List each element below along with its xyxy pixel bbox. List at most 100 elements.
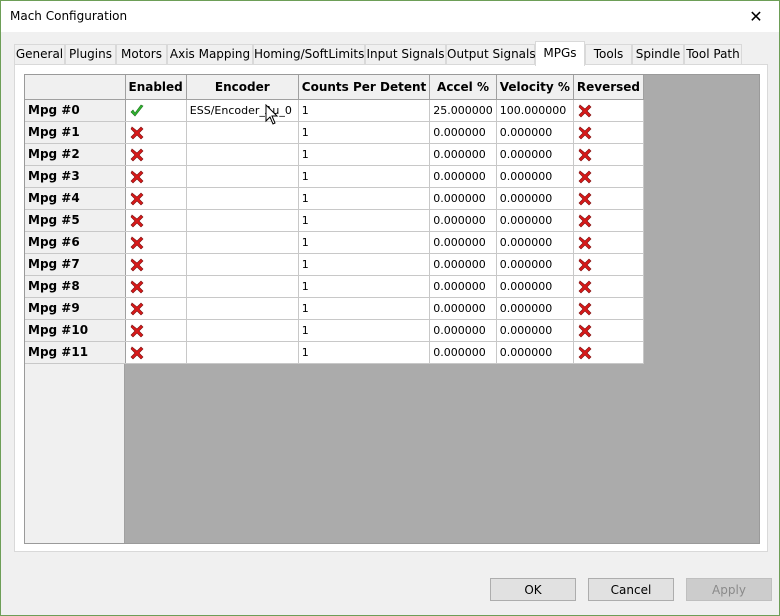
cancel-button[interactable]: Cancel: [588, 578, 674, 601]
accel-cell[interactable]: 0.000000: [429, 143, 497, 166]
accel-cell[interactable]: 0.000000: [429, 275, 497, 298]
accel-cell[interactable]: 0.000000: [429, 231, 497, 254]
encoder-cell[interactable]: [186, 319, 299, 342]
velocity-cell[interactable]: 100.000000: [496, 99, 574, 122]
encoder-cell[interactable]: [186, 297, 299, 320]
encoder-cell[interactable]: ESS/Encoder_Au_0: [186, 99, 299, 122]
encoder-cell[interactable]: [186, 121, 299, 144]
encoder-cell[interactable]: [186, 231, 299, 254]
ok-button[interactable]: OK: [490, 578, 576, 601]
reversed-cell[interactable]: [573, 319, 645, 342]
encoder-cell[interactable]: [186, 275, 299, 298]
accel-cell[interactable]: 0.000000: [429, 121, 497, 144]
velocity-cell[interactable]: 0.000000: [496, 231, 574, 254]
column-header-enabled[interactable]: Enabled: [125, 75, 187, 100]
tab-general[interactable]: General: [14, 44, 65, 65]
enabled-cell[interactable]: [125, 341, 187, 364]
enabled-cell[interactable]: [125, 143, 187, 166]
velocity-cell[interactable]: 0.000000: [496, 275, 574, 298]
apply-button[interactable]: Apply: [686, 578, 772, 601]
column-header-counts-per-detent[interactable]: Counts Per Detent: [298, 75, 431, 100]
enabled-cell[interactable]: [125, 121, 187, 144]
reversed-cell[interactable]: [573, 231, 645, 254]
velocity-cell[interactable]: 0.000000: [496, 143, 574, 166]
enabled-cell[interactable]: [125, 209, 187, 232]
enabled-cell[interactable]: [125, 187, 187, 210]
counts-cell[interactable]: 1: [298, 231, 431, 254]
tab-spindle[interactable]: Spindle: [632, 44, 684, 65]
velocity-cell[interactable]: 0.000000: [496, 253, 574, 276]
velocity-cell[interactable]: 0.000000: [496, 319, 574, 342]
row-header[interactable]: Mpg #6: [25, 231, 126, 254]
counts-cell[interactable]: 1: [298, 341, 431, 364]
counts-cell[interactable]: 1: [298, 297, 431, 320]
counts-cell[interactable]: 1: [298, 253, 431, 276]
column-header-encoder[interactable]: Encoder: [186, 75, 299, 100]
row-header[interactable]: Mpg #2: [25, 143, 126, 166]
column-header-accel[interactable]: Accel %: [429, 75, 497, 100]
enabled-cell[interactable]: [125, 165, 187, 188]
velocity-cell[interactable]: 0.000000: [496, 341, 574, 364]
reversed-cell[interactable]: [573, 275, 645, 298]
tab-tools[interactable]: Tools: [585, 44, 632, 65]
row-header[interactable]: Mpg #3: [25, 165, 126, 188]
velocity-cell[interactable]: 0.000000: [496, 165, 574, 188]
accel-cell[interactable]: 25.000000: [429, 99, 497, 122]
counts-cell[interactable]: 1: [298, 143, 431, 166]
close-button[interactable]: ✕: [733, 1, 779, 32]
encoder-cell[interactable]: [186, 165, 299, 188]
row-header[interactable]: Mpg #1: [25, 121, 126, 144]
row-header[interactable]: Mpg #0: [25, 99, 126, 122]
enabled-cell[interactable]: [125, 275, 187, 298]
reversed-cell[interactable]: [573, 121, 645, 144]
row-header[interactable]: Mpg #4: [25, 187, 126, 210]
velocity-cell[interactable]: 0.000000: [496, 297, 574, 320]
counts-cell[interactable]: 1: [298, 121, 431, 144]
accel-cell[interactable]: 0.000000: [429, 187, 497, 210]
enabled-cell[interactable]: [125, 253, 187, 276]
tab-homing-softlimits[interactable]: Homing/SoftLimits: [253, 44, 365, 65]
row-header[interactable]: Mpg #9: [25, 297, 126, 320]
reversed-cell[interactable]: [573, 253, 645, 276]
accel-cell[interactable]: 0.000000: [429, 297, 497, 320]
accel-cell[interactable]: 0.000000: [429, 341, 497, 364]
counts-cell[interactable]: 1: [298, 187, 431, 210]
accel-cell[interactable]: 0.000000: [429, 209, 497, 232]
row-header[interactable]: Mpg #11: [25, 341, 126, 364]
reversed-cell[interactable]: [573, 341, 645, 364]
enabled-cell[interactable]: [125, 231, 187, 254]
accel-cell[interactable]: 0.000000: [429, 253, 497, 276]
accel-cell[interactable]: 0.000000: [429, 165, 497, 188]
tab-output-signals[interactable]: Output Signals: [446, 44, 536, 65]
enabled-cell[interactable]: [125, 319, 187, 342]
row-header[interactable]: Mpg #10: [25, 319, 126, 342]
reversed-cell[interactable]: [573, 187, 645, 210]
velocity-cell[interactable]: 0.000000: [496, 209, 574, 232]
column-header-reversed[interactable]: Reversed: [573, 75, 645, 100]
reversed-cell[interactable]: [573, 297, 645, 320]
reversed-cell[interactable]: [573, 143, 645, 166]
counts-cell[interactable]: 1: [298, 99, 431, 122]
encoder-cell[interactable]: [186, 209, 299, 232]
tab-tool-path[interactable]: Tool Path: [684, 44, 742, 65]
row-header[interactable]: Mpg #8: [25, 275, 126, 298]
encoder-cell[interactable]: [186, 187, 299, 210]
tab-input-signals[interactable]: Input Signals: [365, 44, 446, 65]
accel-cell[interactable]: 0.000000: [429, 319, 497, 342]
reversed-cell[interactable]: [573, 165, 645, 188]
enabled-cell[interactable]: [125, 297, 187, 320]
reversed-cell[interactable]: [573, 99, 645, 122]
counts-cell[interactable]: 1: [298, 209, 431, 232]
tab-axis-mapping[interactable]: Axis Mapping: [167, 44, 253, 65]
encoder-cell[interactable]: [186, 253, 299, 276]
tab-mpgs[interactable]: MPGs: [535, 41, 585, 66]
enabled-cell[interactable]: [125, 99, 187, 122]
counts-cell[interactable]: 1: [298, 275, 431, 298]
reversed-cell[interactable]: [573, 209, 645, 232]
tab-plugins[interactable]: Plugins: [65, 44, 116, 65]
row-header[interactable]: Mpg #7: [25, 253, 126, 276]
velocity-cell[interactable]: 0.000000: [496, 187, 574, 210]
counts-cell[interactable]: 1: [298, 165, 431, 188]
counts-cell[interactable]: 1: [298, 319, 431, 342]
velocity-cell[interactable]: 0.000000: [496, 121, 574, 144]
